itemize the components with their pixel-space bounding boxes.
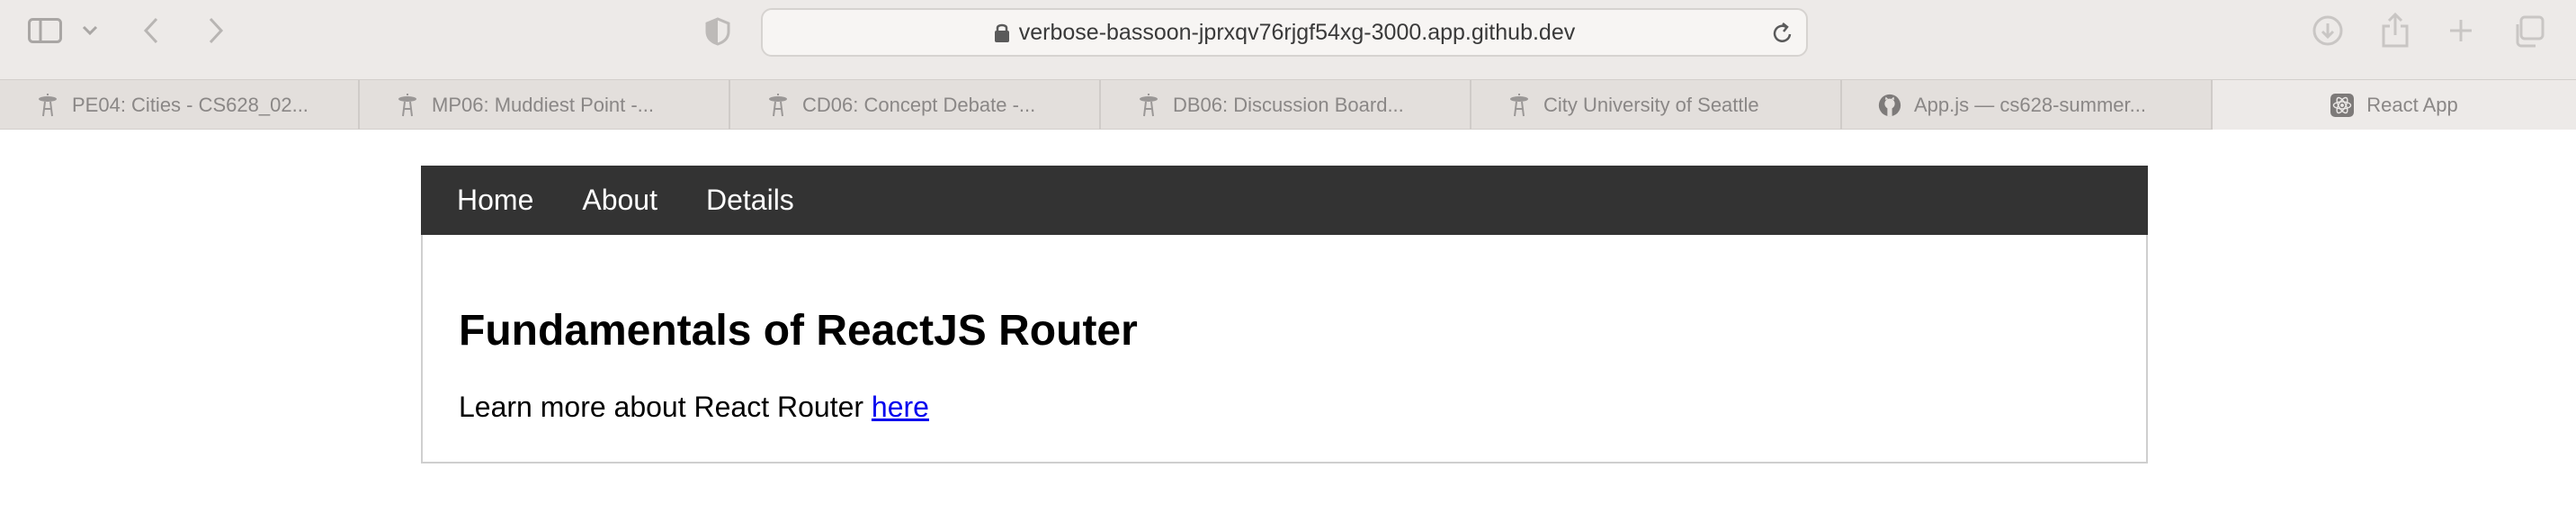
- lock-icon: [994, 22, 1010, 43]
- tab-title: React App: [2366, 93, 2458, 116]
- space-needle-icon: [766, 93, 790, 117]
- space-needle-icon: [396, 93, 419, 117]
- back-arrow-icon[interactable]: [140, 14, 162, 47]
- tab[interactable]: City University of Seattle: [1471, 80, 1842, 130]
- sidebar-icon[interactable]: [27, 16, 63, 45]
- tab-title: CD06: Concept Debate -...: [802, 93, 1036, 116]
- space-needle-icon: [36, 93, 59, 117]
- nav-bar: Home About Details: [421, 166, 2148, 235]
- chevron-down-icon[interactable]: [79, 20, 101, 41]
- tab[interactable]: CD06: Concept Debate -...: [730, 80, 1101, 130]
- tab-title: PE04: Cities - CS628_02...: [72, 93, 309, 116]
- tab-strip: PE04: Cities - CS628_02... MP06: Muddies…: [0, 79, 2576, 130]
- tabs-overview-icon[interactable]: [2511, 14, 2545, 49]
- react-icon: [2330, 93, 2355, 117]
- intro-paragraph: Learn more about React Router here: [459, 391, 929, 424]
- github-icon: [1878, 94, 1901, 117]
- reload-icon[interactable]: [1772, 22, 1793, 50]
- url-text: verbose-bassoon-jprxqv76rjgf54xg-3000.ap…: [1018, 19, 1576, 45]
- space-needle-icon: [1507, 93, 1531, 117]
- plus-icon[interactable]: [2446, 16, 2475, 45]
- tab-title: App.js — cs628-summer...: [1914, 93, 2146, 116]
- tab[interactable]: App.js — cs628-summer...: [1842, 80, 2213, 130]
- tab[interactable]: PE04: Cities - CS628_02...: [0, 80, 360, 130]
- tab[interactable]: DB06: Discussion Board...: [1101, 80, 1471, 130]
- tab-title: DB06: Discussion Board...: [1173, 93, 1404, 116]
- page-title: Fundamentals of ReactJS Router: [459, 307, 1138, 355]
- share-icon[interactable]: [2380, 11, 2411, 49]
- nav-link-home[interactable]: Home: [457, 184, 533, 217]
- tab[interactable]: MP06: Muddiest Point -...: [360, 80, 730, 130]
- tab-title: City University of Seattle: [1543, 93, 1759, 116]
- tab-active[interactable]: React App: [2213, 80, 2576, 130]
- shield-icon[interactable]: [703, 16, 732, 47]
- here-link[interactable]: here: [872, 391, 929, 423]
- tab-title: MP06: Muddiest Point -...: [432, 93, 654, 116]
- forward-arrow-icon[interactable]: [205, 14, 227, 47]
- page-content: Home About Details Fundamentals of React…: [0, 130, 2576, 513]
- nav-link-about[interactable]: About: [582, 184, 657, 217]
- address-bar[interactable]: verbose-bassoon-jprxqv76rjgf54xg-3000.ap…: [761, 8, 1808, 57]
- space-needle-icon: [1137, 93, 1160, 117]
- download-icon[interactable]: [2312, 14, 2344, 47]
- intro-text: Learn more about React Router: [459, 391, 864, 423]
- browser-toolbar: verbose-bassoon-jprxqv76rjgf54xg-3000.ap…: [0, 0, 2576, 79]
- nav-link-details[interactable]: Details: [706, 184, 794, 217]
